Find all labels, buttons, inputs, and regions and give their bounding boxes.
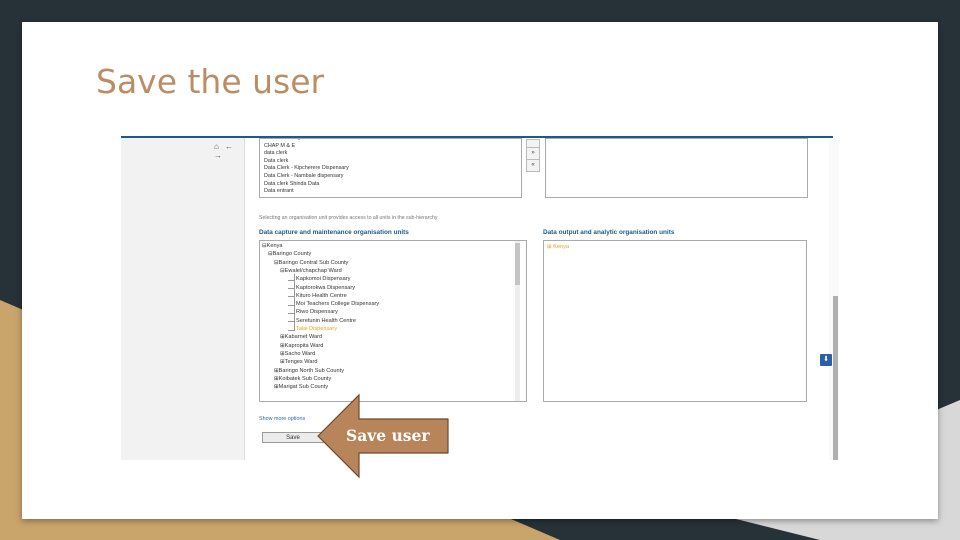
tree-node[interactable]: ⊞Baringo North Sub County [274, 368, 344, 375]
tree-node[interactable]: ⊞Tenges Ward [280, 359, 317, 366]
role-option[interactable]: Data entrant [260, 188, 521, 196]
nav-arrows-icon[interactable]: ⌂ ← → [214, 142, 244, 160]
tree-node[interactable]: ⊞Kapropita Ward [280, 343, 323, 350]
tree-scrollbar-thumb[interactable] [515, 243, 520, 285]
tree-node[interactable]: ⊞Koibatek Sub County [274, 376, 331, 383]
role-option[interactable]: Data Clerk - Kipcherere Dispensary [260, 165, 521, 173]
tree-node[interactable]: ⊞Marigat Sub County [274, 384, 328, 391]
tree-node[interactable]: Seretunin Health Centre [296, 318, 356, 325]
tree-node[interactable]: ⊞Sacho Ward [280, 351, 315, 358]
capture-org-units-heading: Data capture and maintenance organisatio… [259, 229, 409, 236]
tree-node[interactable]: ⊟Kenya [262, 243, 283, 250]
show-more-options-link[interactable]: Show more options [259, 416, 305, 422]
role-option[interactable]: data clerk [260, 150, 521, 158]
role-option[interactable]: Data Clerk - Nambale dispensary [260, 173, 521, 181]
tree-node[interactable]: ⊞Kabarnet Ward [280, 334, 322, 341]
role-option[interactable]: CHAP M & E [260, 143, 521, 151]
tree-node[interactable]: Riwo Dispensary [296, 309, 338, 316]
output-org-unit-tree[interactable]: ⊞ Kenya [543, 240, 807, 402]
tree-node[interactable]: Kaptorokwa Dispensary [296, 285, 355, 292]
tree-node-selected[interactable]: Talai Dispensary [296, 326, 337, 333]
left-sidebar: ⌂ ← → [121, 138, 245, 460]
scroll-down-icon[interactable]: ⬇ [820, 354, 832, 366]
save-user-callout-label: Save user [346, 426, 430, 445]
tree-node[interactable]: Moi Teachers College Dispensary [296, 301, 379, 308]
output-org-units-heading: Data output and analytic organisation un… [543, 229, 675, 236]
selected-roles-list[interactable] [545, 138, 808, 198]
available-roles-list[interactable]: CHAP IP Manger CHAP M & Edata clerk Data c… [259, 138, 522, 198]
role-option[interactable]: Data clerk [260, 158, 521, 166]
tree-node[interactable]: ⊟Baringo County [268, 251, 311, 258]
tree-node[interactable]: ⊟Ewalel/chapchap Ward [280, 268, 342, 275]
tree-node[interactable]: Kituro Health Centre [296, 293, 347, 300]
org-unit-tree[interactable]: ⊟Kenya ⊟Baringo County ⊟Baringo Central Su… [259, 240, 527, 402]
role-option[interactable]: Data clerk Shinda Data [260, 181, 521, 189]
remove-role-button[interactable]: « [526, 159, 540, 172]
tree-node[interactable]: ⊟Baringo Central Sub County [274, 260, 348, 267]
slide-title: Save the user [96, 62, 325, 101]
page-scrollbar[interactable] [833, 296, 838, 460]
save-button[interactable]: Save [262, 432, 324, 443]
dhis2-user-form-screenshot: ⌂ ← → CHAP IP Manger CHAP M & Edata clerk… [121, 136, 839, 460]
tree-node[interactable]: Kapkomoi Dispensary [296, 276, 350, 283]
org-unit-note: Selecting an organisation unit provides … [259, 215, 438, 221]
tree-connector-vertical [294, 274, 295, 330]
output-tree-node-kenya[interactable]: ⊞ Kenya [547, 244, 569, 250]
